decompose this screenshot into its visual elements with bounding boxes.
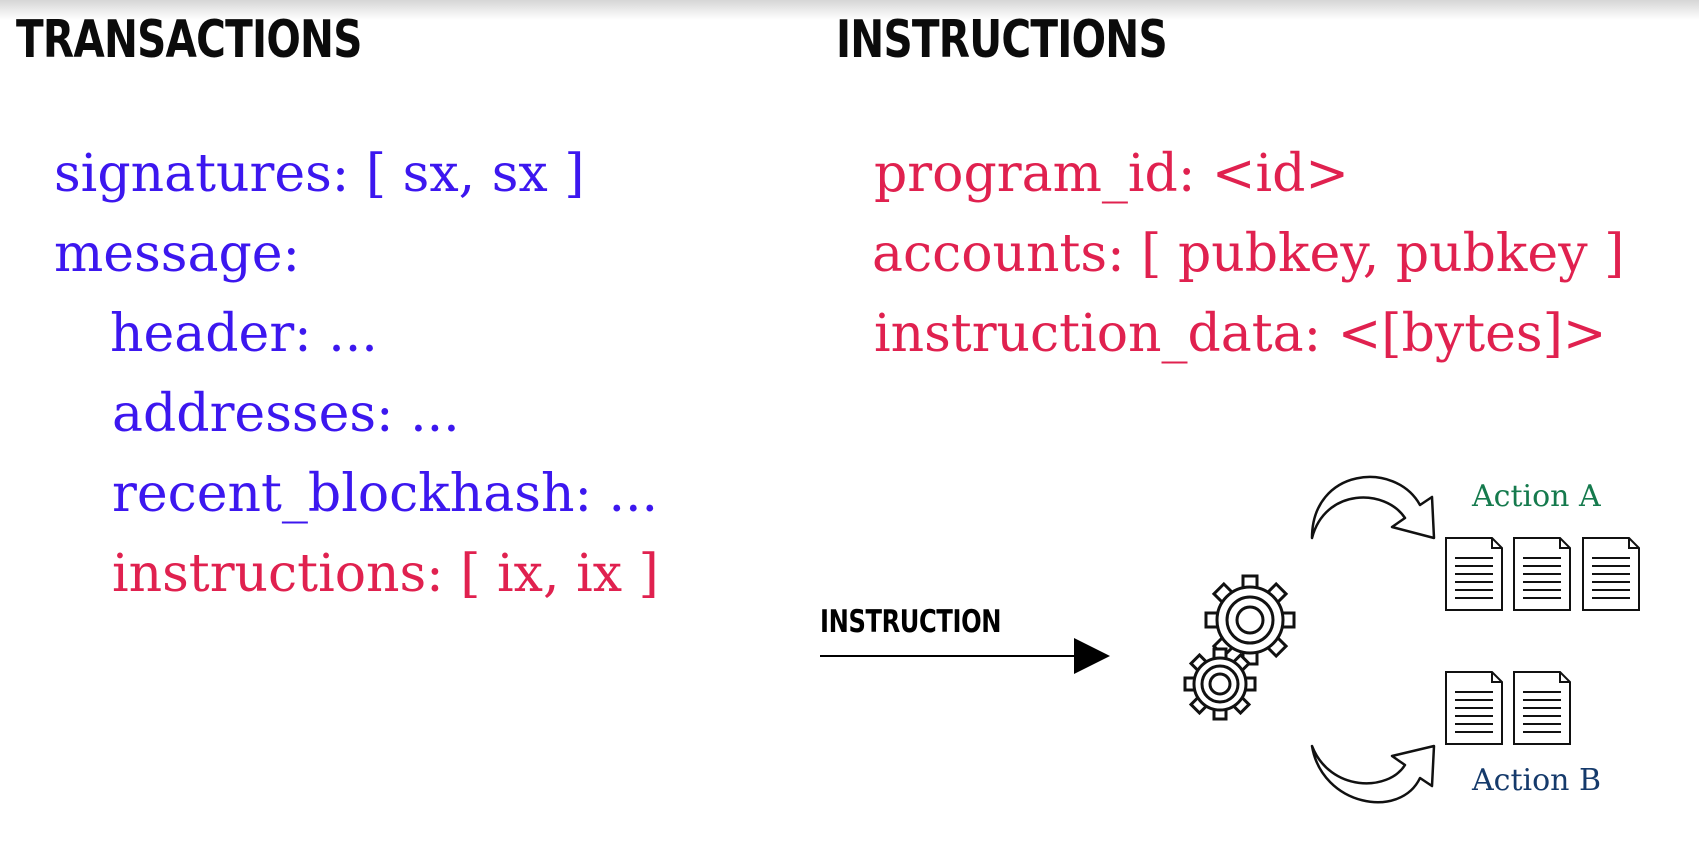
instruction-flow-diagram — [820, 475, 1640, 804]
arrow-right-icon — [820, 638, 1110, 674]
action-a-documents — [1445, 537, 1640, 611]
gears-icon — [1183, 574, 1296, 721]
document-icon — [1513, 537, 1571, 611]
document-icon — [1445, 537, 1503, 611]
action-b-documents — [1445, 671, 1571, 745]
instruction-label: INSTRUCTION — [820, 604, 1002, 640]
curved-arrow-icon — [1310, 744, 1436, 804]
action-b-label: Action B — [1472, 763, 1602, 798]
curved-arrow-icon — [1310, 475, 1436, 540]
document-icon — [1513, 671, 1571, 745]
document-icon — [1582, 537, 1640, 611]
document-icon — [1445, 671, 1503, 745]
action-a-label: Action A — [1472, 479, 1601, 514]
